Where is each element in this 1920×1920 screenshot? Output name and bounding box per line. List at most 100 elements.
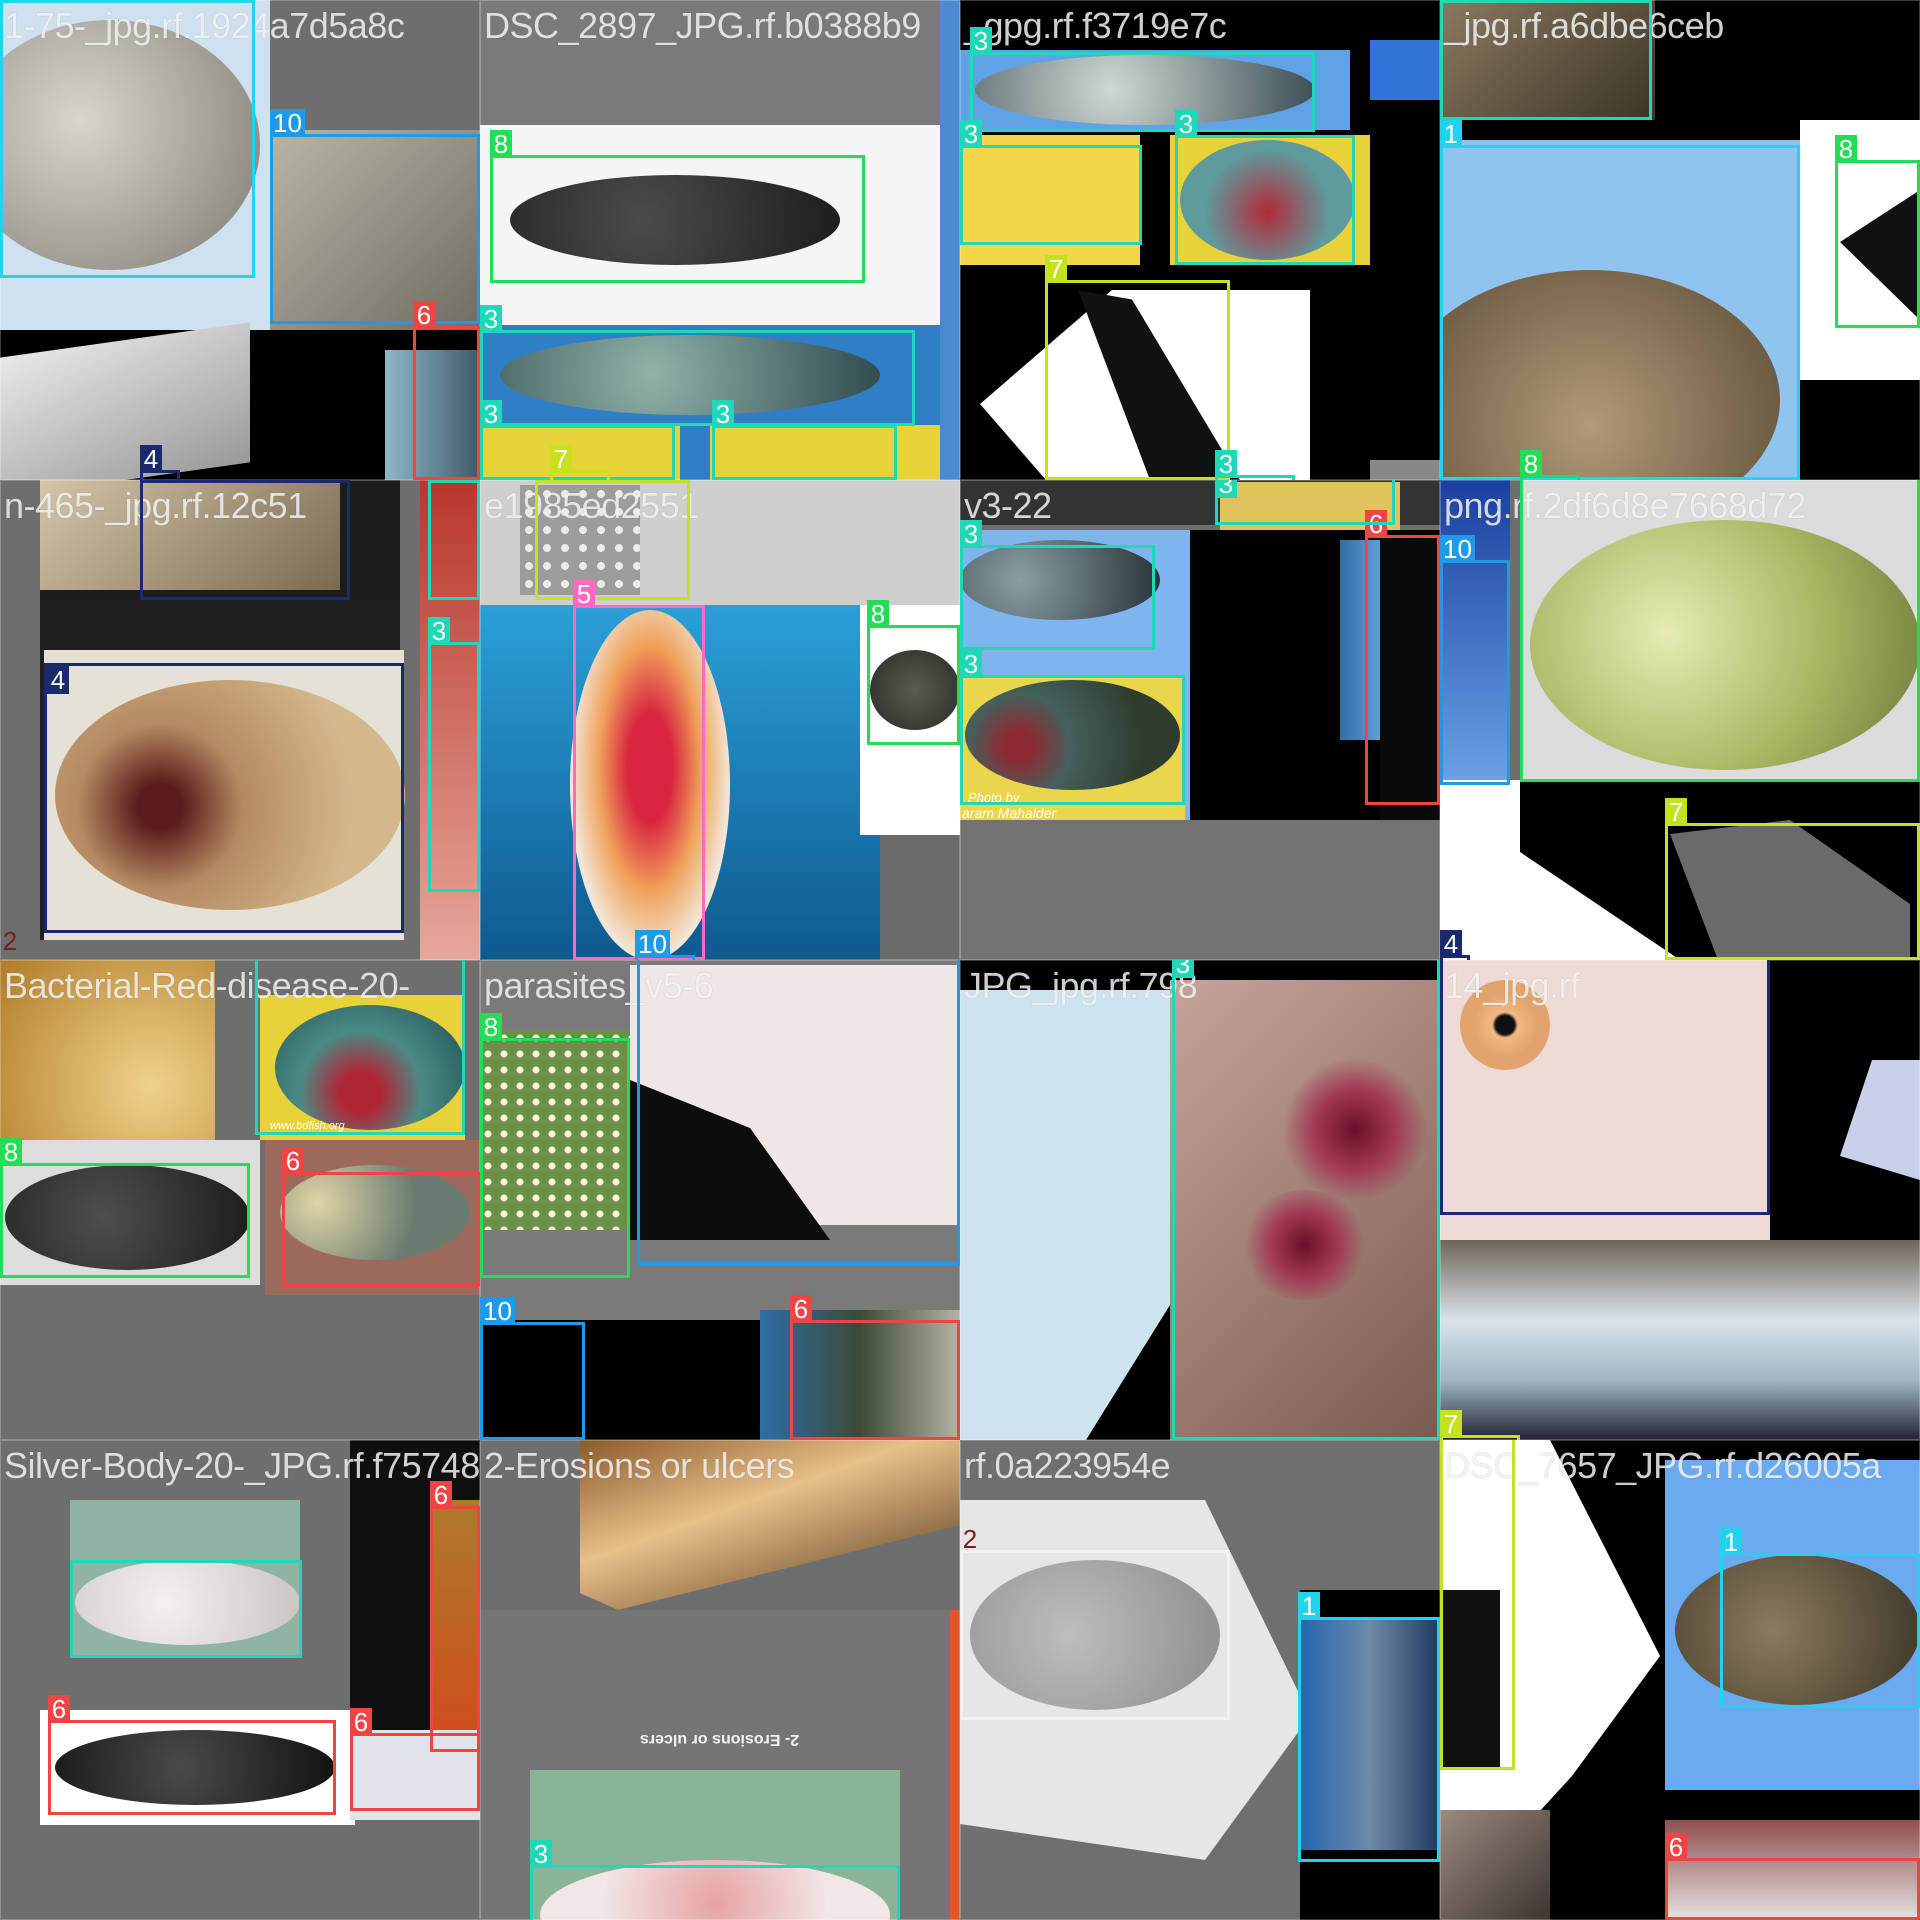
detection-box: 3	[960, 650, 1185, 805]
image-filename: rf.0a223954e	[964, 1445, 1171, 1486]
detection-box: 2	[2, 927, 17, 960]
detection-box: 4	[44, 663, 404, 933]
background-patch	[1370, 460, 1440, 480]
detection-box: 3	[255, 960, 465, 1135]
detection-box: 3	[960, 520, 1155, 650]
image-filename: DSC_2897_JPG.rf.b0388b9	[484, 5, 921, 46]
mosaic-grid: 1-75-_jpg.rf.1924a7d5a8c 1 10 6 4 DSC_28…	[0, 0, 1920, 1920]
image-filename: JPG_jpg.rf.798	[964, 965, 1198, 1006]
class-label: 8	[1835, 135, 1857, 163]
class-label: 6	[282, 1147, 304, 1175]
class-label: 3	[960, 120, 982, 148]
detection-box: 7	[1665, 798, 1920, 960]
class-label: 8	[0, 1138, 22, 1166]
detection-box: 8	[867, 600, 960, 745]
image-filename: Silver-Body-20-_JPG.rf.f75748f40f05	[4, 1445, 480, 1486]
detection-box: 5	[573, 580, 705, 960]
detection-box	[70, 1560, 302, 1658]
detection-box: 1	[1440, 120, 1800, 480]
detection-box: 3	[480, 305, 915, 426]
fish-photo	[1440, 1240, 1920, 1440]
mosaic-cell: parasites_v5-6 8 10 6	[480, 960, 960, 1440]
photo-credit-name: aram Mahalder	[962, 805, 1057, 821]
detection-box: 8	[0, 1138, 250, 1278]
detection-box: 6	[790, 1295, 960, 1440]
class-label: 7	[1665, 798, 1687, 826]
detection-box	[535, 480, 690, 600]
detection-box: 10	[1440, 535, 1510, 785]
class-label: 4	[140, 480, 162, 483]
fish-photo	[960, 990, 1170, 1440]
mosaic-cell: 2- Erosions or ulcers 2-Erosions or ulce…	[480, 1440, 960, 1920]
class-label: 10	[480, 1297, 515, 1325]
detection-box: 4	[140, 445, 180, 480]
class-label: 3	[1215, 450, 1237, 478]
background-patch	[880, 835, 960, 960]
detection-box: 6	[430, 1481, 480, 1752]
detection-box: 6	[48, 1695, 336, 1815]
class-label: 6	[48, 1695, 70, 1723]
class-label: 8	[490, 130, 512, 158]
class-label: 8	[480, 1013, 502, 1041]
class-label: 2	[962, 1524, 978, 1554]
class-label: 4	[1440, 930, 1462, 958]
mosaic-cell: Photo by aram Mahalder v3-22 3 3 6 3	[960, 480, 1440, 960]
class-label: 1	[1720, 1528, 1742, 1556]
detection-box: 7	[550, 445, 610, 480]
mosaic-cell: e1985ed2551 5 8 10	[480, 480, 960, 960]
detection-box	[1520, 480, 1920, 782]
class-label: 3	[1175, 110, 1197, 138]
mosaic-cell: png.rf.2df6d8e7668d72 10 7 4	[1440, 480, 1920, 960]
class-label: 3	[712, 400, 734, 428]
image-filename: _gpg.rf.f3719e7c	[964, 5, 1227, 46]
background-patch	[1370, 40, 1440, 100]
detection-box: 3	[428, 617, 480, 892]
class-label: 1	[1440, 120, 1462, 148]
detection-box: 1	[1720, 1528, 1920, 1708]
class-label: 3	[428, 480, 450, 483]
detection-box: 8	[480, 1013, 630, 1278]
class-label: 6	[350, 1708, 372, 1736]
detection-box: 10	[480, 1297, 585, 1440]
class-label: 8	[867, 600, 889, 628]
class-label: 3	[428, 617, 450, 645]
class-label: 6	[413, 301, 435, 329]
mosaic-cell: Silver-Body-20-_JPG.rf.f75748f40f05 6 6 …	[0, 1440, 480, 1920]
mosaic-cell: DSC_7657_JPG.rf.d26005a 1 6	[1440, 1440, 1920, 1920]
detection-box: 6	[350, 1708, 480, 1811]
mosaic-cell: 14_jpg.rf 7	[1440, 960, 1920, 1440]
background-patch	[940, 0, 960, 480]
class-label: 10	[1440, 535, 1475, 563]
mosaic-cell: DSC_2897_JPG.rf.b0388b9 8 3 3 3 7	[480, 0, 960, 480]
detection-box: 1	[0, 0, 255, 278]
detection-box: 3	[1175, 110, 1355, 265]
detection-box: 7	[1045, 255, 1230, 480]
class-label: 7	[550, 445, 572, 473]
class-label: 5	[573, 580, 595, 608]
class-label: 2	[2, 926, 18, 956]
detection-box: 3	[530, 1840, 900, 1920]
class-label: 10	[635, 930, 670, 958]
detection-box: 3	[970, 27, 1315, 132]
class-label: 3	[480, 400, 502, 428]
detection-box: 6	[413, 301, 480, 480]
background-patch	[950, 1610, 960, 1920]
class-label: 3	[960, 520, 982, 548]
class-label: 6	[1665, 1833, 1687, 1861]
class-label: 3	[960, 650, 982, 678]
class-label: 1	[0, 0, 22, 3]
detection-box	[1440, 960, 1770, 1215]
class-label: 8	[1520, 450, 1542, 478]
detection-box	[1440, 1440, 1515, 1770]
mosaic-cell: 1-75-_jpg.rf.1924a7d5a8c 1 10 6 4	[0, 0, 480, 480]
background-patch	[960, 820, 1440, 960]
class-label: 6	[790, 1295, 812, 1323]
class-label: 3	[530, 1840, 552, 1868]
detection-box: 6	[1365, 510, 1440, 805]
mosaic-cell: n-465-_jpg.rf.12c51 4 4 3 3 2	[0, 480, 480, 960]
detection-box: 8	[490, 130, 865, 283]
mosaic-cell: www.bdfish.org Bacterial-Red-disease-20-…	[0, 960, 480, 1440]
mosaic-cell: JPG_jpg.rf.798 3	[960, 960, 1440, 1440]
detection-box: 3	[1440, 0, 1652, 120]
detection-box	[637, 960, 960, 1265]
